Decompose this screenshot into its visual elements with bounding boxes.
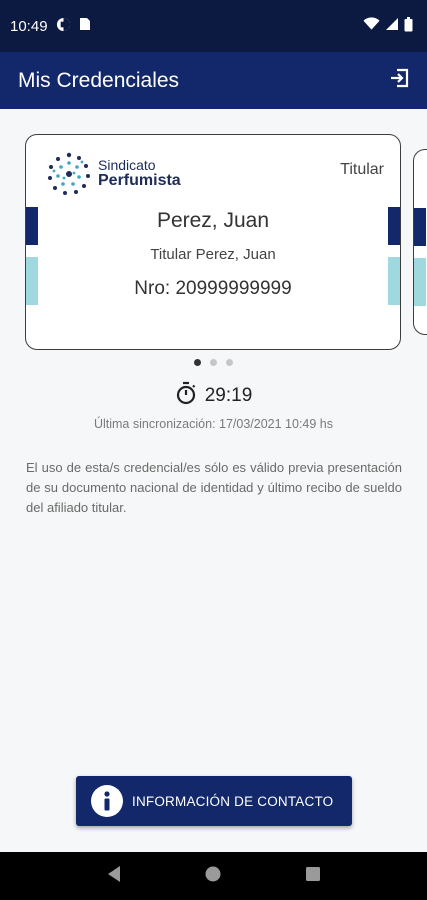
next-credential-card-peek[interactable]: [413, 149, 427, 335]
card-subtitle: Titular Perez, Juan: [150, 246, 276, 263]
credential-card[interactable]: Sindicato Perfumista Titular Perez, Juan…: [25, 134, 401, 350]
vpn-icon: [56, 17, 71, 36]
card-role: Titular: [340, 161, 384, 178]
credential-carousel[interactable]: Sindicato Perfumista Titular Perez, Juan…: [0, 109, 427, 379]
nav-recents-button[interactable]: [293, 856, 333, 896]
sim-icon: [79, 17, 91, 35]
logout-button[interactable]: [385, 66, 415, 96]
timer-value: 29:19: [204, 385, 253, 406]
last-sync-text: Última sincronización: 17/03/2021 10:49 …: [93, 417, 334, 431]
nav-back-button[interactable]: [94, 856, 134, 896]
contact-button-label: INFORMACIÓN DE CONTACTO: [132, 793, 334, 809]
card-stripe: [414, 208, 426, 246]
logout-icon: [388, 66, 412, 95]
logo-mark-icon: [48, 152, 90, 195]
contact-info-button[interactable]: INFORMACIÓN DE CONTACTO: [76, 776, 352, 826]
app-bar: Mis Credenciales: [0, 52, 427, 109]
signal-icon: [385, 17, 399, 35]
battery-icon: [404, 16, 413, 36]
pager-dot-active[interactable]: [194, 359, 201, 366]
wifi-icon: [363, 17, 380, 35]
nav-home-button[interactable]: [193, 856, 233, 896]
logo-line-2: Perfumista: [98, 171, 181, 189]
page-title: Mis Credenciales: [18, 68, 180, 92]
session-timer: 29:19: [0, 381, 427, 411]
recents-icon: [305, 866, 321, 887]
usage-disclaimer: El uso de esta/s credencial/es sólo es v…: [26, 460, 402, 515]
info-icon: [91, 785, 123, 817]
status-bar: 10:49: [0, 0, 427, 52]
back-icon: [106, 865, 122, 888]
logo-line-1: Sindicato: [98, 157, 156, 174]
home-icon: [204, 865, 222, 888]
card-stripe: [414, 258, 426, 306]
status-time: 10:49: [10, 17, 48, 35]
card-holder-name: Perez, Juan: [156, 209, 270, 232]
system-nav-bar: [0, 852, 427, 900]
pager-dot[interactable]: [210, 359, 217, 366]
pager-dot[interactable]: [226, 359, 233, 366]
union-logo: Sindicato Perfumista: [46, 151, 181, 197]
stopwatch-icon: [175, 381, 197, 411]
card-number: Nro: 20999999999: [134, 278, 292, 299]
carousel-pager: [0, 359, 427, 366]
